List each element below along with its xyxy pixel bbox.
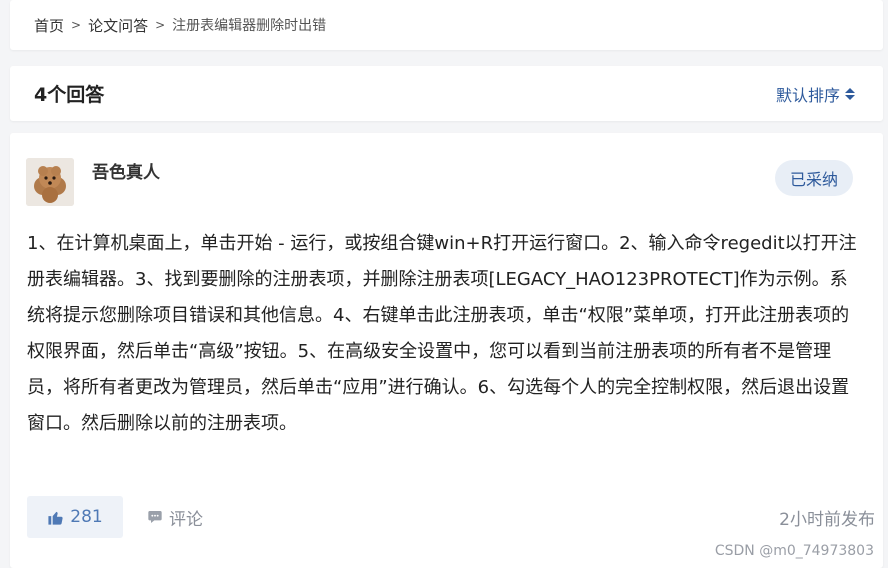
breadcrumb-current-page: 注册表编辑器删除时出错 <box>172 18 327 34</box>
answer-content: 1、在计算机桌面上，单击开始 - 运行，或按组合键win+R打开运行窗口。2、输… <box>27 233 857 434</box>
breadcrumb: 首页 > 论文问答 > 注册表编辑器删除时出错 <box>10 0 883 50</box>
comment-bubble-icon <box>148 511 162 523</box>
poodle-avatar-icon <box>26 158 74 206</box>
sort-dropdown[interactable]: 默认排序 <box>776 82 855 106</box>
breadcrumb-home-link[interactable]: 首页 <box>34 15 64 36</box>
comment-label: 评论 <box>169 509 203 530</box>
watermark: CSDN @m0_74973803 <box>714 543 874 559</box>
like-button[interactable]: 281 <box>27 496 123 538</box>
sort-caret-icon <box>845 87 855 100</box>
publish-time: 2小时前发布 <box>779 509 875 530</box>
answer-count-title: 4个回答 <box>34 84 105 106</box>
breadcrumb-category-link[interactable]: 论文问答 <box>88 15 148 36</box>
breadcrumb-separator: > <box>155 18 166 32</box>
comment-button[interactable]: 评论 <box>147 505 203 530</box>
adopted-badge: 已采纳 <box>775 160 853 196</box>
avatar[interactable] <box>26 158 74 206</box>
answer-author-name[interactable]: 吾色真人 <box>92 158 160 183</box>
answer-card: 吾色真人 已采纳 1、在计算机桌面上，单击开始 - 运行，或按组合键win+R打… <box>10 133 883 568</box>
sort-label: 默认排序 <box>775 85 840 105</box>
breadcrumb-separator: > <box>71 18 82 32</box>
answer-footer: 281 评论 2小时前发布 <box>27 496 875 538</box>
answers-header: 4个回答 默认排序 <box>10 66 883 121</box>
thumbs-up-icon <box>48 511 63 525</box>
like-count: 281 <box>70 507 103 527</box>
